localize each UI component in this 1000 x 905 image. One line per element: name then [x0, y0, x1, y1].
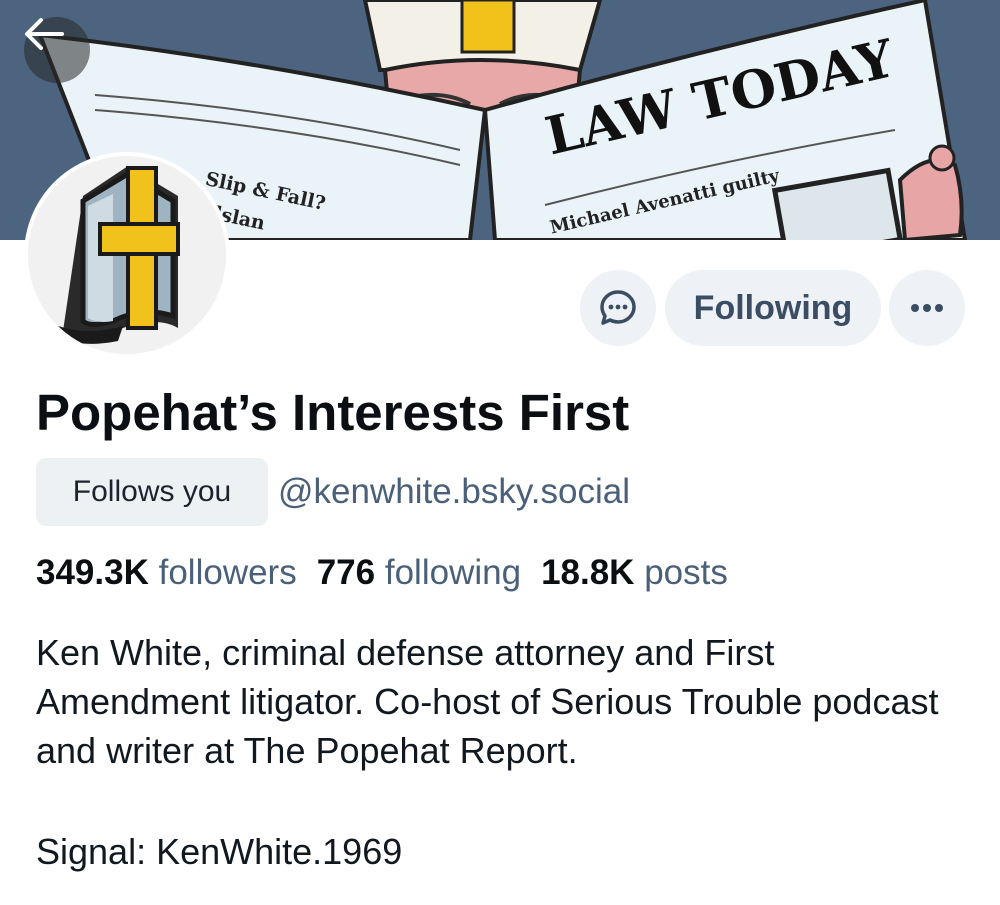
profile-bio: Ken White, criminal defense attorney and… [36, 632, 939, 771]
following-link[interactable]: 776 following [317, 553, 521, 592]
avatar-image [28, 156, 226, 354]
posts-count: 18.8K [541, 553, 635, 592]
following-count: 776 [316, 553, 376, 592]
display-name: Popehat’s Interests First [36, 384, 630, 441]
ellipsis-icon [911, 304, 943, 312]
followers-count: 349.3K [36, 553, 149, 592]
arrow-left-icon [25, 18, 64, 50]
back-button[interactable] [24, 17, 90, 83]
posts-label: posts [644, 553, 728, 592]
more-options-button[interactable] [889, 270, 965, 346]
profile-bio-signal: Signal: KenWhite.1969 [36, 831, 403, 872]
following-button[interactable]: Following [665, 270, 881, 346]
chat-bubble-icon [600, 290, 636, 325]
mitre-logo-icon [58, 166, 180, 344]
followers-label: followers [158, 553, 297, 592]
posts-stat: 18.8K posts [541, 553, 728, 592]
message-button[interactable] [580, 270, 656, 346]
follows-you-badge: Follows you [36, 458, 268, 526]
profile-stats: 349.3K followers 776 following 18.8K posts [36, 553, 728, 593]
avatar[interactable] [24, 152, 230, 358]
profile-page: LAW TODAY Slip & Fall? elslan Michael Av… [0, 0, 1000, 905]
followers-link[interactable]: 349.3K followers [36, 553, 297, 592]
following-label: following [384, 553, 522, 592]
profile-handle: @kenwhite.bsky.social [278, 472, 630, 511]
